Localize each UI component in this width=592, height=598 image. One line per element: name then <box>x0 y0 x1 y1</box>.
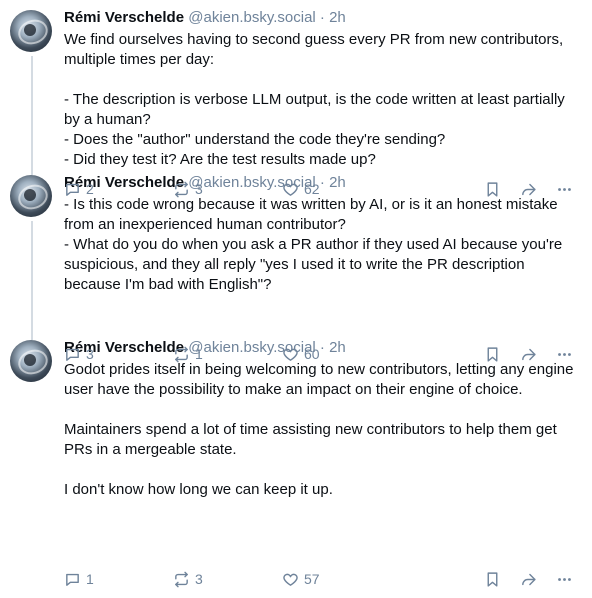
reply-count: 2 <box>86 181 94 197</box>
bookmark-icon <box>484 571 501 588</box>
author-handle[interactable]: @akien.bsky.social <box>188 9 316 26</box>
reply-bubble-icon <box>64 346 81 363</box>
reply-bubble-icon <box>64 181 81 198</box>
thread-line <box>31 330 33 340</box>
repost-arrows-icon <box>173 346 190 363</box>
post-time[interactable]: 2h <box>329 9 346 26</box>
bookmark-icon <box>484 346 501 363</box>
repost-count: 3 <box>195 181 203 197</box>
more-dots-icon <box>556 571 573 588</box>
like-button[interactable]: 57 <box>282 569 320 589</box>
post[interactable]: Rémi Verschelde @akien.bsky.social · 2h … <box>0 0 592 168</box>
like-count: 60 <box>304 346 320 362</box>
repost-arrows-icon <box>173 181 190 198</box>
post-actions: 2 3 62 <box>0 179 592 199</box>
thread: Rémi Verschelde @akien.bsky.social · 2h … <box>0 0 592 598</box>
repost-button[interactable]: 3 <box>173 569 203 589</box>
like-count: 62 <box>304 181 320 197</box>
reply-button[interactable]: 2 <box>64 179 94 199</box>
thread-line <box>31 165 33 175</box>
bookmark-button[interactable] <box>484 569 501 589</box>
reply-count: 3 <box>86 346 94 362</box>
thread-line <box>31 221 33 330</box>
post-actions: 3 1 60 <box>0 344 592 364</box>
post-header: Rémi Verschelde @akien.bsky.social · 2h <box>64 8 580 28</box>
separator: · <box>319 9 325 26</box>
post-text: We find ourselves having to second guess… <box>64 31 565 168</box>
share-button[interactable] <box>520 179 537 199</box>
like-button[interactable]: 60 <box>282 344 320 364</box>
share-button[interactable] <box>520 344 537 364</box>
post-text: Godot prides itself in being welcoming t… <box>64 361 574 498</box>
share-button[interactable] <box>520 569 537 589</box>
share-arrow-icon <box>520 181 537 198</box>
more-button[interactable] <box>556 179 573 199</box>
post[interactable]: Rémi Verschelde @akien.bsky.social · 2h … <box>0 330 592 598</box>
repost-arrows-icon <box>173 571 190 588</box>
like-button[interactable]: 62 <box>282 179 320 199</box>
share-arrow-icon <box>520 571 537 588</box>
reply-bubble-icon <box>64 571 81 588</box>
repost-count: 3 <box>195 571 203 587</box>
repost-count: 1 <box>195 346 203 362</box>
thread-line <box>31 56 33 165</box>
more-button[interactable] <box>556 569 573 589</box>
repost-button[interactable]: 3 <box>173 179 203 199</box>
post-actions: 1 3 57 <box>0 569 592 589</box>
bookmark-icon <box>484 181 501 198</box>
more-dots-icon <box>556 346 573 363</box>
author-name[interactable]: Rémi Verschelde <box>64 9 184 26</box>
heart-icon <box>282 181 299 198</box>
bookmark-button[interactable] <box>484 344 501 364</box>
post-content: Rémi Verschelde @akien.bsky.social · 2h … <box>64 8 580 170</box>
bookmark-button[interactable] <box>484 179 501 199</box>
more-dots-icon <box>556 181 573 198</box>
reply-button[interactable]: 3 <box>64 344 94 364</box>
reply-count: 1 <box>86 571 94 587</box>
heart-icon <box>282 346 299 363</box>
heart-icon <box>282 571 299 588</box>
share-arrow-icon <box>520 346 537 363</box>
more-button[interactable] <box>556 344 573 364</box>
avatar[interactable] <box>10 10 52 52</box>
repost-button[interactable]: 1 <box>173 344 203 364</box>
reply-button[interactable]: 1 <box>64 569 94 589</box>
post-text: - Is this code wrong because it was writ… <box>64 196 563 293</box>
like-count: 57 <box>304 571 320 587</box>
